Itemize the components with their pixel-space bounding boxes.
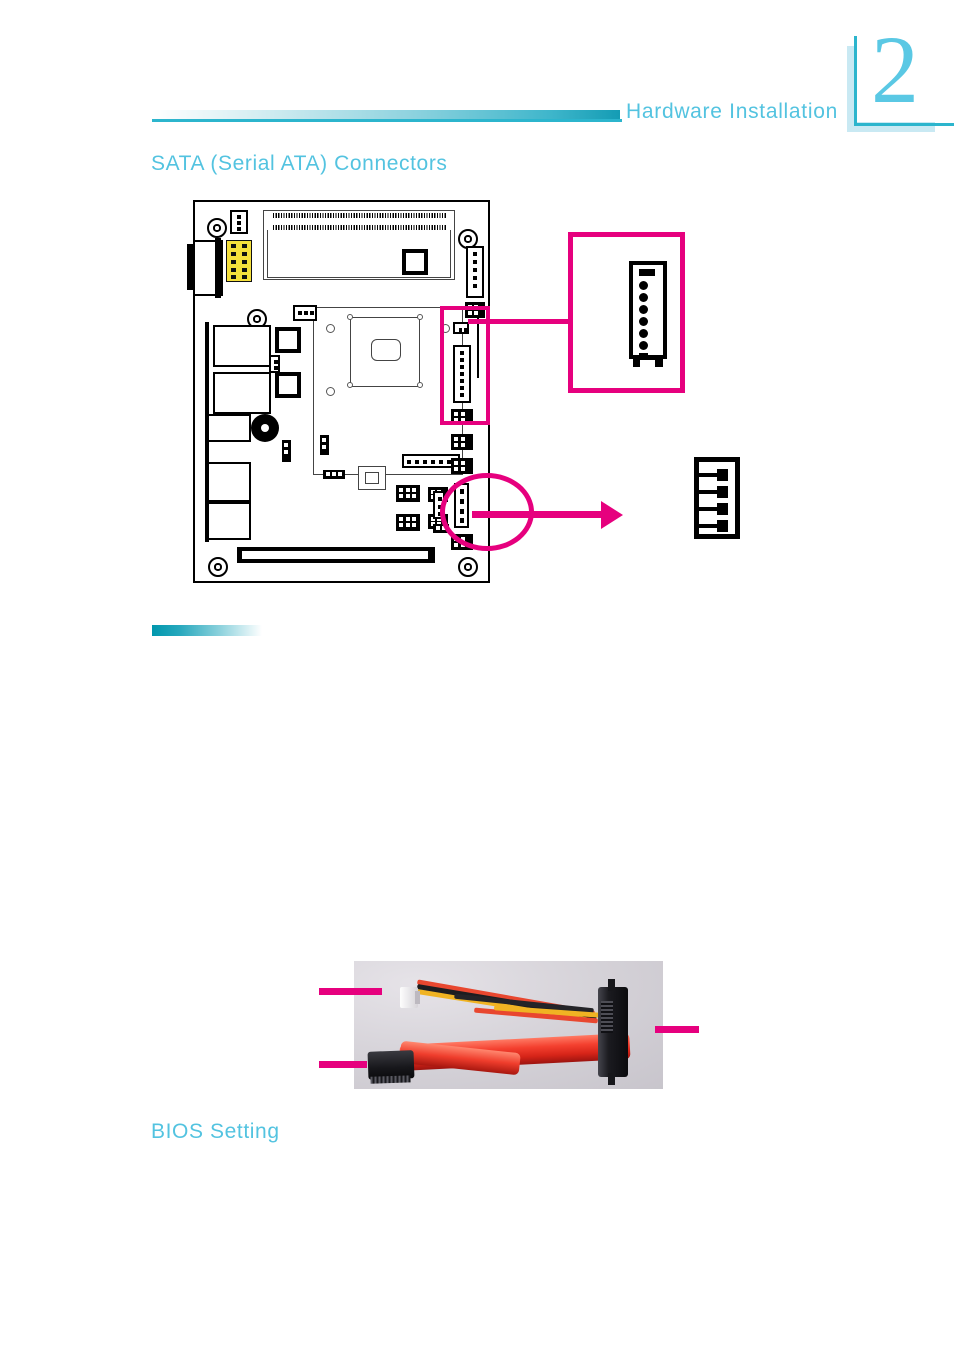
power-pin — [695, 486, 728, 498]
io-port-usb-1 — [213, 325, 271, 367]
sata-pin — [639, 341, 648, 350]
cpu-mount-hole — [347, 314, 353, 320]
io-edge-rail — [205, 322, 209, 542]
power-pin-lead — [695, 490, 719, 494]
sata-connector-leader-vertical — [466, 308, 471, 309]
sata-connector-closeup-body — [629, 261, 667, 362]
sata-data-connector-leader — [319, 1061, 367, 1068]
mounting-hole — [208, 557, 228, 577]
power-pin-lead — [695, 507, 719, 511]
io-port-usb-2 — [213, 372, 271, 414]
sata-cable-photo — [354, 961, 663, 1089]
section-title-bios: BIOS Setting — [151, 1120, 280, 1143]
sata-connector-closeup-foot — [633, 357, 663, 368]
chip-north — [402, 249, 428, 275]
drive-side-connector-tab-top — [608, 979, 615, 991]
io-port-lan — [207, 414, 251, 442]
chapter-tab: 2 — [843, 22, 954, 132]
memory-slot-contacts-1 — [273, 213, 447, 218]
header-rule — [152, 119, 622, 122]
header-gradient-bar — [152, 110, 620, 119]
power-connector-leader — [319, 988, 382, 995]
pin-header-right-3 — [451, 458, 473, 474]
coin-battery-center — [261, 424, 269, 432]
mounting-hole — [207, 218, 227, 238]
chapter-bracket-line-horizontal — [854, 123, 954, 126]
section-divider-bar — [152, 625, 262, 636]
mounting-hole — [458, 557, 478, 577]
power-plug-white-housing — [400, 987, 420, 1008]
sata-pin — [639, 317, 648, 326]
sata-connector-key-slot — [639, 269, 655, 276]
sata-data-plug — [367, 1050, 415, 1080]
sata-power-arrow-shaft — [472, 511, 603, 518]
sata-power-connector-closeup — [694, 457, 740, 539]
sata-connector-closeup-box — [568, 232, 685, 393]
bios-chip-core — [365, 472, 379, 484]
front-panel-header — [466, 246, 484, 298]
expansion-slot-inner — [241, 550, 429, 560]
usb-header-1 — [396, 485, 420, 502]
power-pin — [695, 469, 728, 481]
cpu-mount-hole — [347, 382, 353, 388]
usb-header-2 — [396, 514, 420, 531]
yellow-pin-header — [226, 240, 252, 282]
pin-header-3pin — [323, 470, 345, 479]
parallel-port-shell — [215, 238, 221, 298]
io-port-audio-1 — [207, 462, 251, 502]
sata-pin — [639, 305, 648, 314]
cpu-fan-header — [293, 305, 317, 321]
section-title-sata: SATA (Serial ATA) Connectors — [151, 152, 448, 175]
power-pin — [695, 520, 728, 532]
power-pin — [695, 503, 728, 515]
drive-side-connector-contacts — [601, 1001, 613, 1033]
chip-left-2 — [275, 372, 301, 398]
pin-header-2pin — [320, 435, 329, 455]
fan-header-top — [230, 210, 248, 234]
sata-connector-leader-horizontal — [468, 319, 568, 324]
sata-power-arrow-head — [601, 501, 623, 529]
pin-header-2pin — [282, 440, 291, 462]
chapter-bracket-line-vertical — [854, 36, 857, 126]
power-pin-lead — [695, 524, 719, 528]
running-header-title: Hardware Installation — [626, 100, 838, 123]
sata-pin — [639, 329, 648, 338]
chip-left-1 — [275, 327, 301, 353]
cpu-mount-hole — [417, 382, 423, 388]
board-via — [326, 324, 335, 333]
drive-side-connector-tab-bottom — [608, 1073, 615, 1085]
drive-connector-leader — [655, 1026, 699, 1033]
sata-pin — [639, 281, 648, 290]
chapter-number: 2 — [871, 16, 919, 123]
pin-header-right-2 — [451, 434, 473, 450]
cpu-mount-hole — [417, 314, 423, 320]
board-via — [326, 387, 335, 396]
io-port-audio-2 — [207, 502, 251, 540]
sata-pin — [639, 293, 648, 302]
cpu-die — [371, 339, 401, 361]
power-pin-lead — [695, 473, 719, 477]
